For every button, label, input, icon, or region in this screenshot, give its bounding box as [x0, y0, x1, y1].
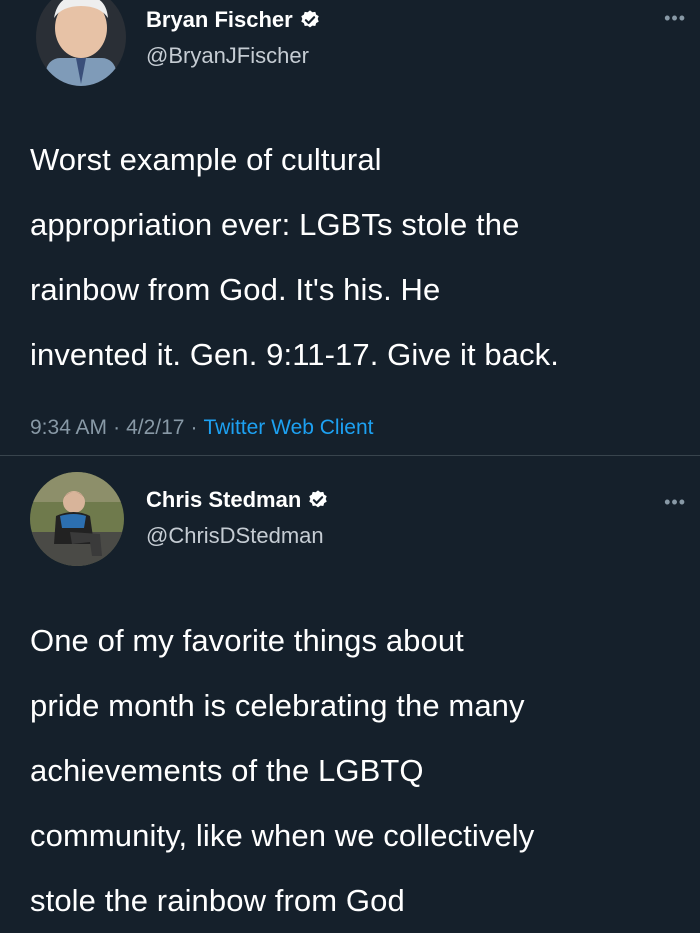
avatar-image: [36, 0, 126, 86]
display-name[interactable]: Chris Stedman: [146, 486, 301, 514]
author-name-row: Bryan Fischer: [146, 6, 321, 34]
verified-badge-icon: [307, 489, 329, 511]
author-handle[interactable]: @ChrisDStedman: [146, 522, 324, 550]
tweet-text: Worst example of cultural appropriation …: [30, 142, 559, 372]
display-name[interactable]: Bryan Fischer: [146, 6, 293, 34]
verified-badge-icon: [299, 9, 321, 31]
author-name-row: Chris Stedman: [146, 486, 329, 514]
tweet-date[interactable]: 4/2/17: [126, 416, 184, 440]
meta-separator: ·: [113, 416, 121, 439]
tweet-time[interactable]: 9:34 AM: [30, 416, 107, 440]
tweet-text: One of my favorite things about pride mo…: [30, 623, 535, 918]
avatar[interactable]: [30, 472, 124, 566]
avatar[interactable]: [36, 0, 126, 86]
tweet-client-link[interactable]: Twitter Web Client: [203, 416, 373, 440]
more-options-icon[interactable]: •••: [664, 492, 686, 513]
author-handle[interactable]: @BryanJFischer: [146, 42, 309, 70]
tweet-meta: 9:34 AM · 4/2/17 · Twitter Web Client: [30, 416, 373, 440]
more-options-icon[interactable]: •••: [664, 8, 686, 29]
tweet-bryan-fischer[interactable]: Bryan Fischer @BryanJFischer ••• Worst e…: [0, 0, 700, 455]
meta-separator: ·: [190, 416, 198, 439]
tweet-chris-stedman[interactable]: Chris Stedman @ChrisDStedman ••• One of …: [0, 456, 700, 918]
avatar-image: [30, 472, 124, 566]
